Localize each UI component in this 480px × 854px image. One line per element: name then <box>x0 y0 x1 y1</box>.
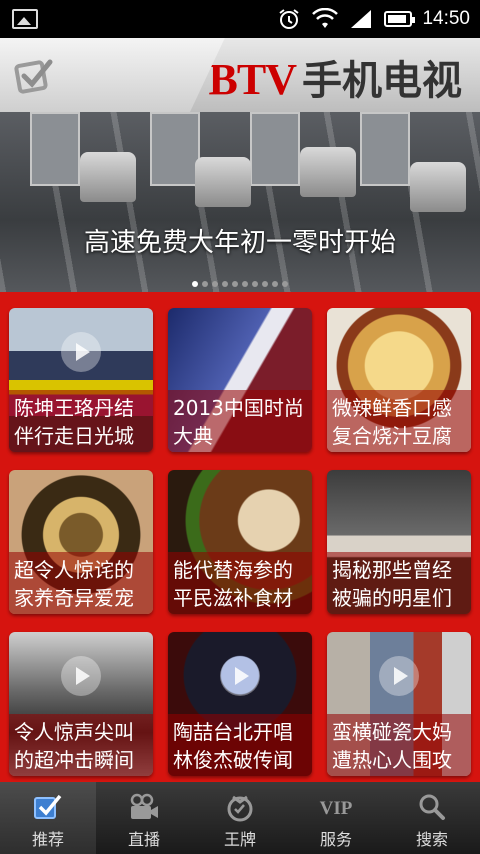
alarm-icon <box>276 6 302 32</box>
checkin-button[interactable] <box>10 50 60 100</box>
grid-card[interactable]: 超令人惊诧的家养奇异爱宠 <box>9 470 153 614</box>
vip-icon: VIP <box>288 790 384 824</box>
checkbox-icon <box>14 59 53 94</box>
status-bar: 14:50 <box>0 0 480 38</box>
hero-image-detail <box>80 152 136 202</box>
logo-latin: BTV <box>208 55 297 104</box>
hero-image-detail <box>195 157 251 207</box>
grid-card[interactable]: 蛮横碰瓷大妈遭热心人围攻 <box>327 632 471 776</box>
card-title: 令人惊声尖叫的超冲击瞬间 <box>9 714 153 776</box>
grid-card[interactable]: 揭秘那些曾经被骗的明星们 <box>327 470 471 614</box>
tab-search[interactable]: 搜索 <box>384 782 480 854</box>
grid-card[interactable]: 微辣鲜香口感复合烧汁豆腐 <box>327 308 471 452</box>
content-grid: 陈坤王珞丹结伴行走日光城 2013中国时尚大典 微辣鲜香口感复合烧汁豆腐超令人惊诧的… <box>0 292 480 782</box>
hero-image-detail <box>150 112 200 186</box>
play-icon <box>61 332 101 372</box>
play-icon <box>220 656 260 696</box>
tab-label: 直播 <box>127 830 160 849</box>
logo-chinese: 手机电视 <box>302 58 462 104</box>
card-title: 揭秘那些曾经被骗的明星们 <box>327 552 471 614</box>
carousel-dot <box>282 281 288 287</box>
battery-icon <box>384 11 416 27</box>
hero-image-detail <box>250 112 300 186</box>
play-icon <box>379 656 419 696</box>
grid-card[interactable]: 令人惊声尖叫的超冲击瞬间 <box>9 632 153 776</box>
hero-image-detail <box>360 112 410 186</box>
image-notification-icon <box>12 9 38 29</box>
carousel-indicator <box>0 272 480 291</box>
grid-card[interactable]: 陈坤王珞丹结伴行走日光城 <box>9 308 153 452</box>
card-title: 能代替海参的平民滋补食材 <box>168 552 312 614</box>
carousel-dot <box>262 281 268 287</box>
recommend-icon <box>0 790 96 824</box>
carousel-dot <box>192 281 198 287</box>
brand-banner: BTV 手机电视 <box>190 38 480 112</box>
camera-icon <box>96 790 192 824</box>
tab-label: 服务 <box>319 830 352 849</box>
carousel-dot <box>232 281 238 287</box>
carousel-dot <box>202 281 208 287</box>
card-title: 微辣鲜香口感复合烧汁豆腐 <box>327 390 471 452</box>
tab-vip[interactable]: VIP 服务 <box>288 782 384 854</box>
hero-image-detail <box>30 112 80 186</box>
carousel-dot <box>222 281 228 287</box>
play-icon <box>61 656 101 696</box>
grid-card[interactable]: 能代替海参的平民滋补食材 <box>168 470 312 614</box>
carousel-dot <box>252 281 258 287</box>
bottom-tab-bar: 推荐 直播 王牌 VIP 服务 搜索 <box>0 782 480 854</box>
card-title: 陈坤王珞丹结伴行走日光城 <box>9 390 153 452</box>
carousel-dot <box>242 281 248 287</box>
status-time: 14:50 <box>422 8 470 29</box>
hero-caption: 高速免费大年初一零时开始 <box>83 228 396 258</box>
hero-image-detail <box>410 162 466 212</box>
hero-carousel[interactable]: 高速免费大年初一零时开始 <box>0 112 480 292</box>
tab-label: 王牌 <box>223 830 256 849</box>
card-title: 陶喆台北开唱林俊杰破传闻 <box>168 714 312 776</box>
tab-ace[interactable]: 王牌 <box>192 782 288 854</box>
ace-icon <box>192 790 288 824</box>
svg-text:VIP: VIP <box>320 798 353 819</box>
card-title: 蛮横碰瓷大妈遭热心人围攻 <box>327 714 471 776</box>
search-icon <box>384 790 480 824</box>
app-bar: BTV 手机电视 <box>0 38 480 112</box>
carousel-dot <box>212 281 218 287</box>
tab-label: 推荐 <box>31 830 64 849</box>
app-logo: BTV 手机电视 <box>209 48 462 106</box>
tab-camera[interactable]: 直播 <box>96 782 192 854</box>
card-title: 超令人惊诧的家养奇异爱宠 <box>9 552 153 614</box>
carousel-dot <box>272 281 278 287</box>
tab-recommend[interactable]: 推荐 <box>0 782 96 854</box>
tab-label: 搜索 <box>415 830 448 849</box>
card-title: 2013中国时尚大典 <box>168 390 312 452</box>
grid-card[interactable]: 2013中国时尚大典 <box>168 308 312 452</box>
signal-icon <box>348 6 374 32</box>
grid-card[interactable]: 陶喆台北开唱林俊杰破传闻 <box>168 632 312 776</box>
wifi-icon <box>312 6 339 32</box>
hero-image-detail <box>300 147 356 197</box>
